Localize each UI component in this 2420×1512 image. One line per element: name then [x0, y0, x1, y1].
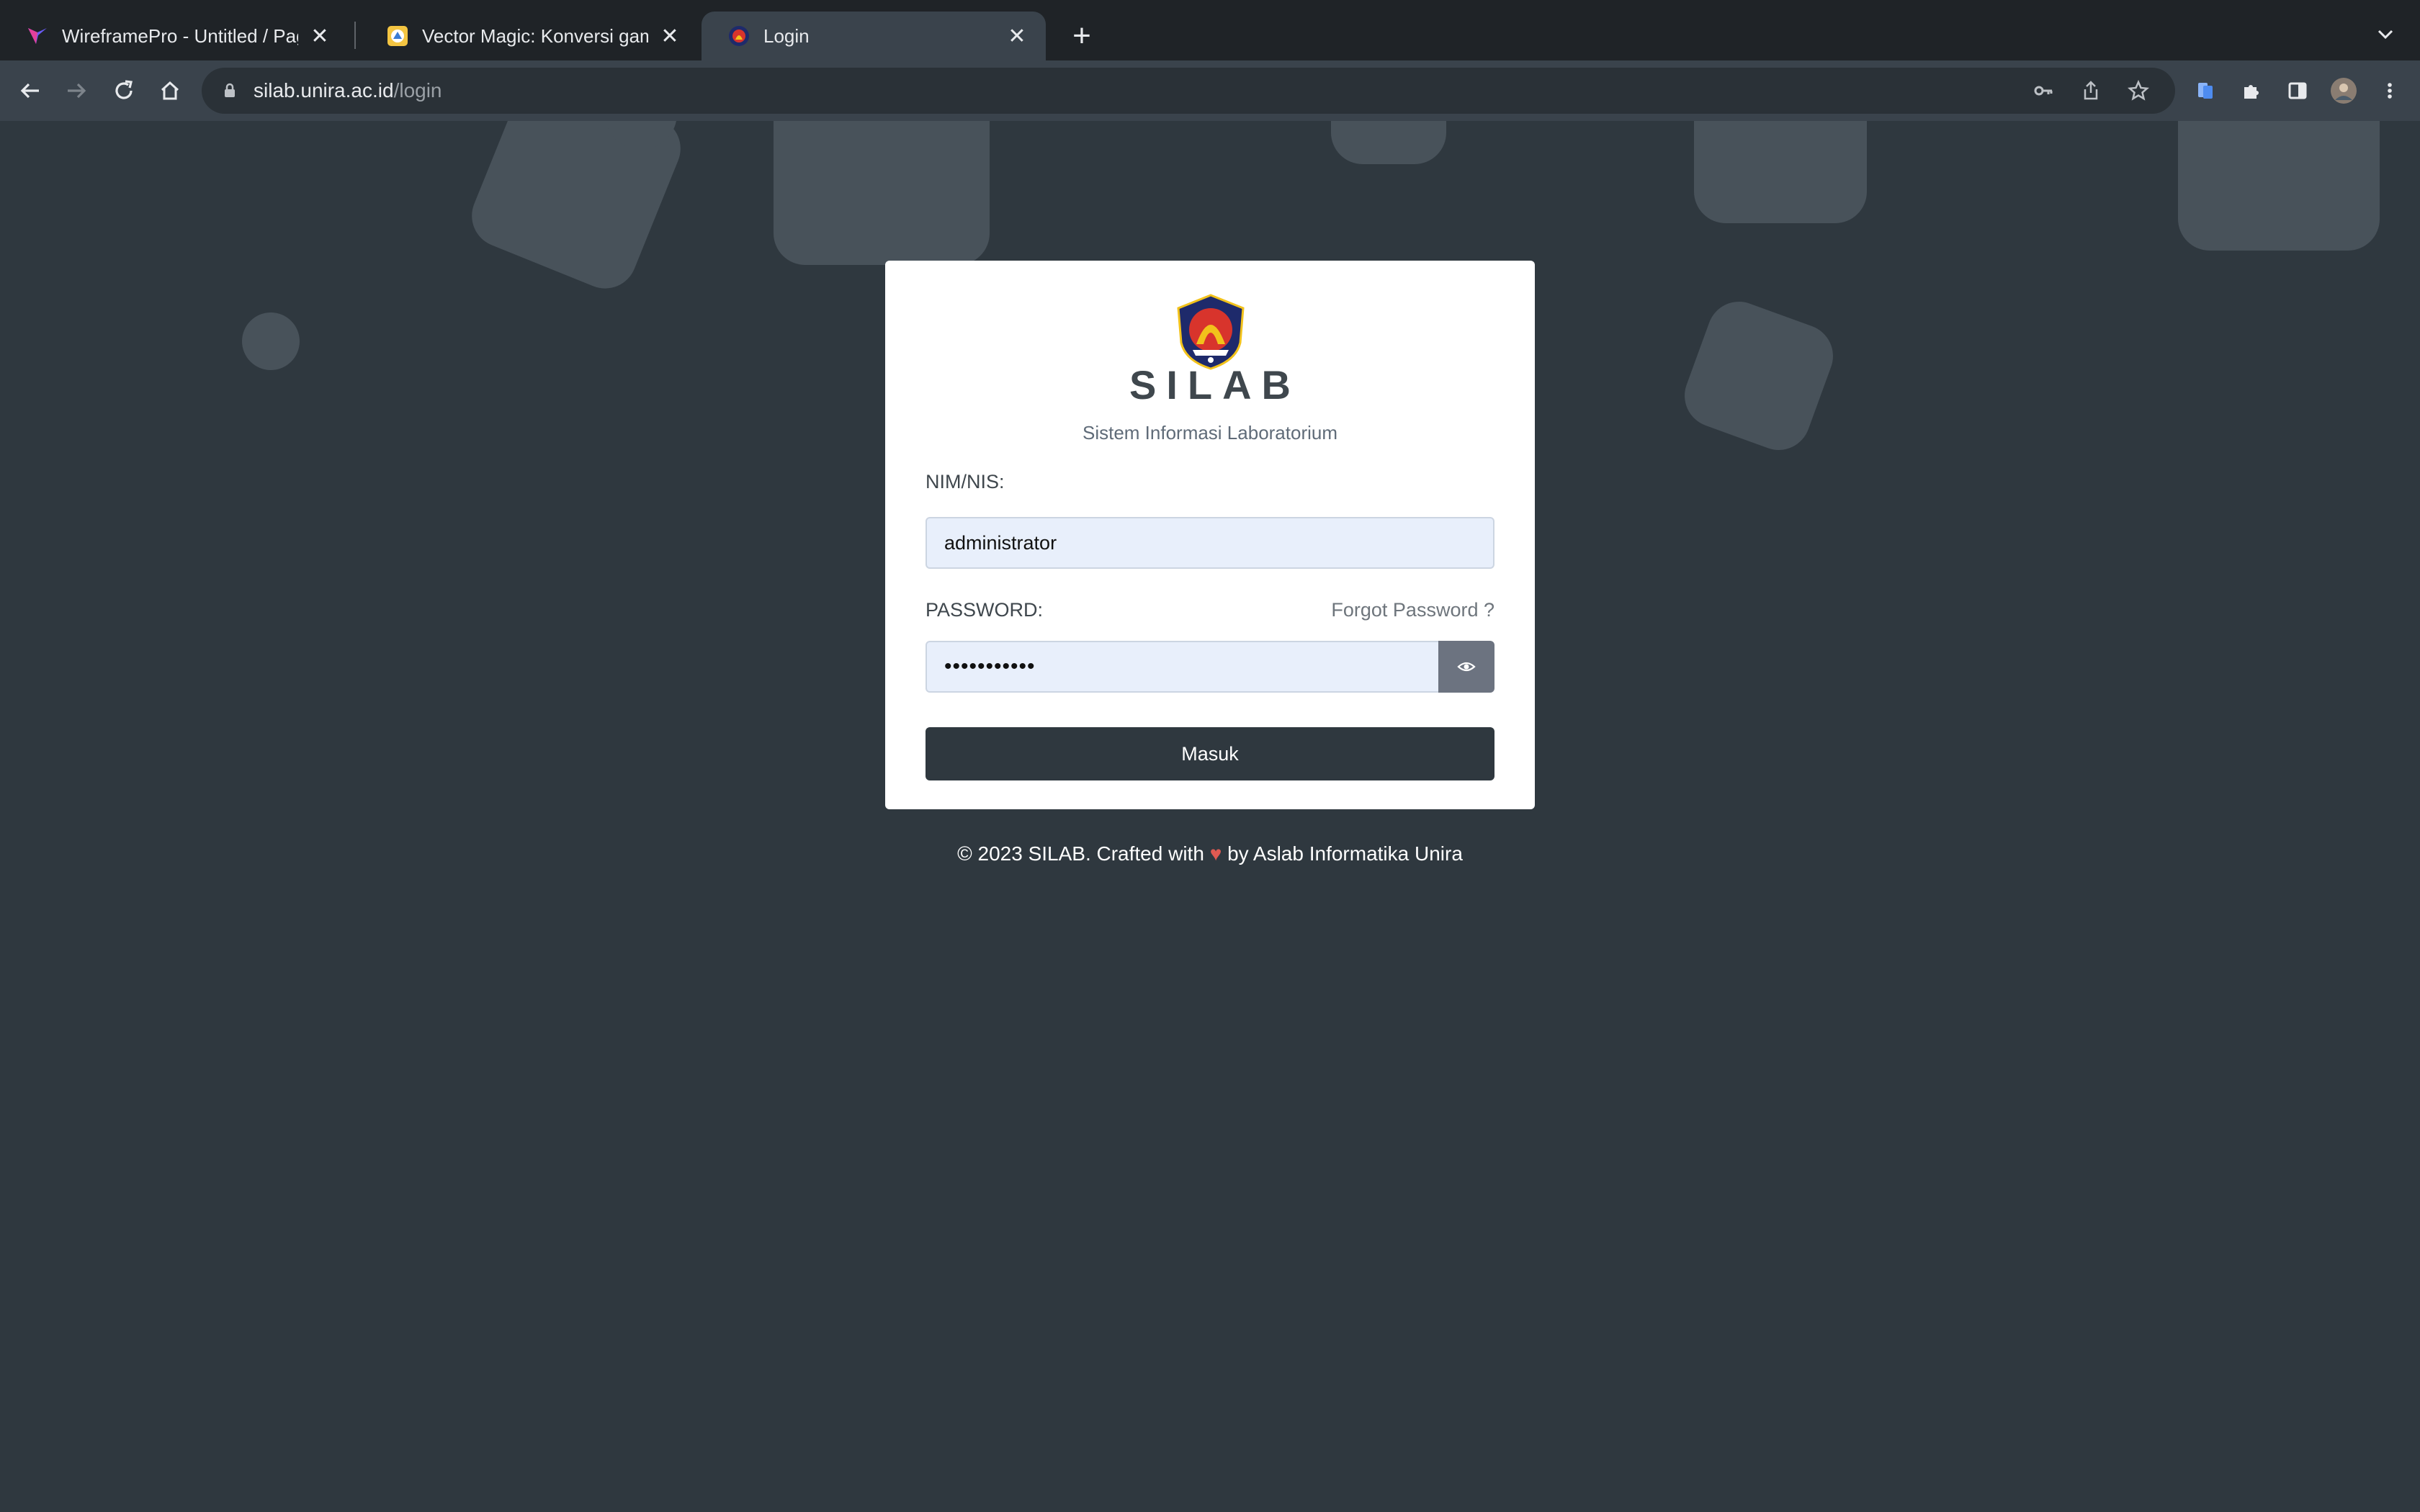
- password-input-value: •••••••••••: [944, 654, 1036, 678]
- tab-vector-magic[interactable]: Vector Magic: Konversi gambar ✕: [360, 12, 699, 60]
- share-icon[interactable]: [2080, 80, 2102, 102]
- home-icon: [161, 81, 179, 100]
- footer-prefix: © 2023 SILAB. Crafted with: [957, 842, 1204, 865]
- home-button[interactable]: [150, 71, 190, 111]
- avatar[interactable]: [2323, 71, 2364, 111]
- footer-suffix: by Aslab Informatika Unira: [1227, 842, 1463, 865]
- tab-search-chevron-icon[interactable]: [2368, 17, 2403, 52]
- tab-wireframepro[interactable]: WireframePro - Untitled / Page ✕: [0, 12, 349, 60]
- nim-label: NIM/NIS:: [926, 471, 1005, 492]
- key-icon[interactable]: [2033, 80, 2054, 102]
- background-shape: [1675, 292, 1842, 459]
- login-page: SILAB Sistem Informasi Laboratorium NIM/…: [0, 121, 2420, 1512]
- password-input[interactable]: •••••••••••: [926, 641, 1440, 693]
- extension-icon[interactable]: [2185, 71, 2226, 111]
- puzzle-icon[interactable]: [2231, 71, 2272, 111]
- login-button[interactable]: Masuk: [926, 727, 1494, 780]
- tab-title: Vector Magic: Konversi gambar: [422, 24, 648, 47]
- close-tab-icon[interactable]: ✕: [308, 24, 331, 48]
- unira-logo: [1171, 292, 1250, 372]
- star-icon[interactable]: [2128, 80, 2149, 102]
- background-shape: [1694, 121, 1867, 223]
- menu-dots-icon[interactable]: [2370, 71, 2410, 111]
- tab-strip: WireframePro - Untitled / Page ✕ Vector …: [0, 0, 2420, 60]
- close-tab-icon[interactable]: ✕: [658, 24, 681, 48]
- tab-separator: [354, 22, 356, 49]
- brand-subtitle: Sistem Informasi Laboratorium: [1082, 422, 1338, 444]
- background-shape: [462, 121, 691, 298]
- unira-logo-icon: [727, 24, 750, 48]
- url-path: /login: [393, 79, 442, 102]
- background-shape: [774, 121, 990, 265]
- reload-button[interactable]: [104, 71, 144, 111]
- toggle-password-button[interactable]: [1438, 641, 1494, 693]
- address-bar-actions: [2033, 68, 2149, 114]
- vector-magic-icon: [386, 24, 409, 48]
- forward-button[interactable]: [56, 71, 97, 111]
- nim-input[interactable]: administrator: [926, 517, 1494, 569]
- tab-login[interactable]: Login ✕: [702, 12, 1046, 60]
- extension-area: [2185, 71, 2410, 111]
- background-shape: [2178, 121, 2380, 251]
- footer-credit: © 2023 SILAB. Crafted with ♥ by Aslab In…: [0, 842, 2420, 865]
- address-bar[interactable]: silab.unira.ac.id/login: [202, 68, 2175, 114]
- arrow-right-icon: [68, 83, 86, 99]
- heart-icon: ♥: [1209, 842, 1222, 865]
- tab-title: WireframePro - Untitled / Page: [62, 24, 298, 47]
- browser-toolbar: silab.unira.ac.id/login: [0, 60, 2420, 121]
- wireframepro-logo-icon: [26, 24, 49, 48]
- url-host: silab.unira.ac.id: [254, 79, 394, 102]
- password-label: PASSWORD:: [926, 599, 1044, 621]
- background-shape: [242, 312, 300, 370]
- tab-title: Login: [763, 24, 810, 47]
- close-tab-icon[interactable]: ✕: [1005, 24, 1028, 48]
- reload-icon: [115, 80, 133, 99]
- arrow-left-icon: [20, 83, 39, 99]
- eye-icon: [1457, 662, 1476, 672]
- back-button[interactable]: [10, 71, 50, 111]
- background-shape: [1331, 121, 1446, 164]
- nim-input-value: administrator: [944, 531, 1057, 554]
- lock-icon: [225, 83, 235, 97]
- login-card: SILAB Sistem Informasi Laboratorium NIM/…: [885, 261, 1535, 809]
- url-text: silab.unira.ac.id/login: [254, 79, 442, 102]
- brand-title: SILAB: [1129, 362, 1301, 408]
- forgot-password-link[interactable]: Forgot Password ?: [1331, 599, 1494, 621]
- side-panel-icon[interactable]: [2277, 71, 2318, 111]
- new-tab-button[interactable]: +: [1063, 17, 1101, 55]
